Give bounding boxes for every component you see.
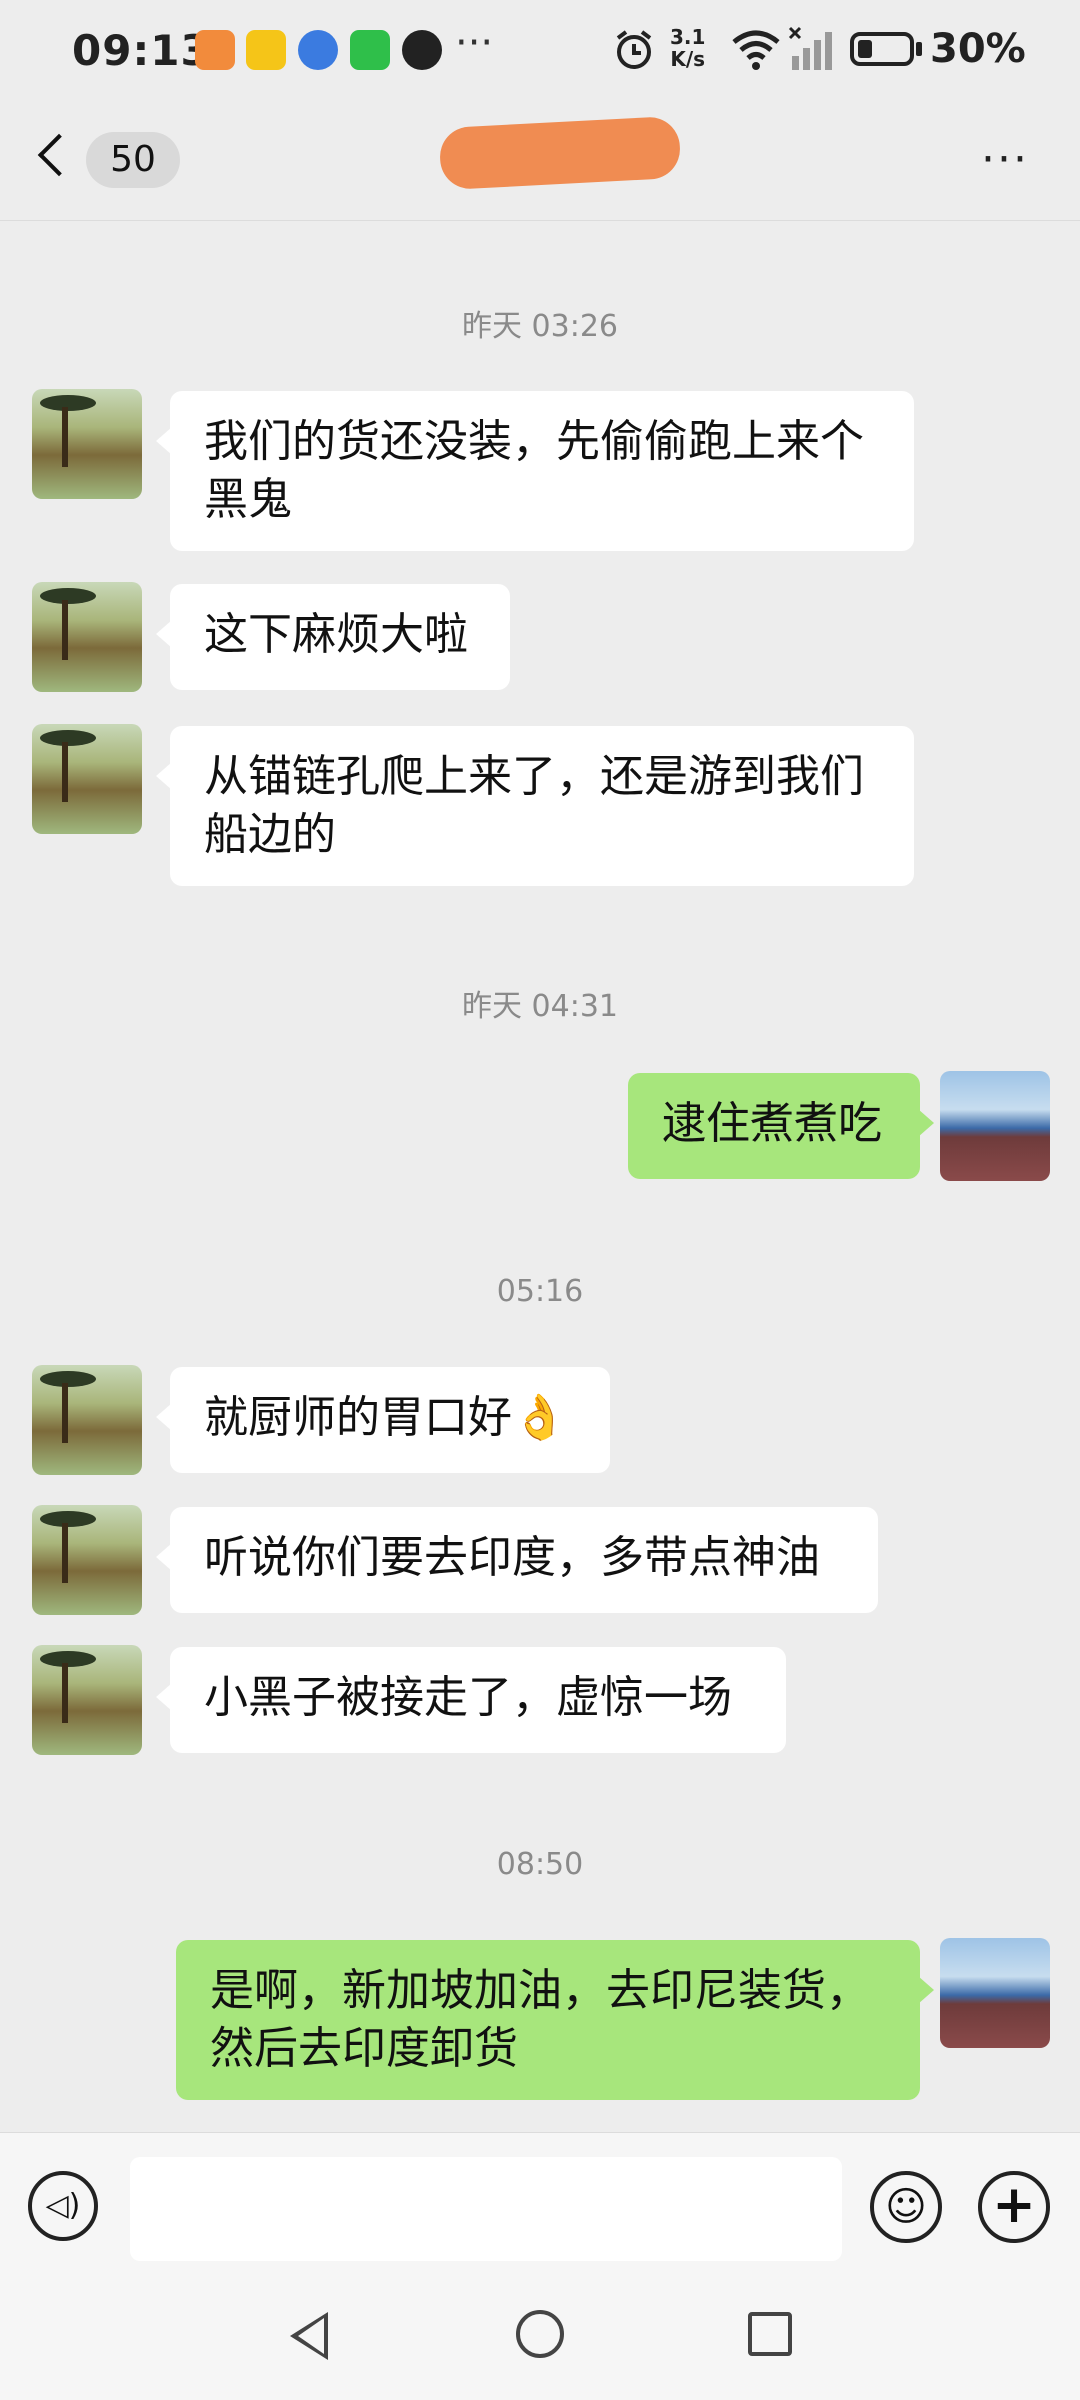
unread-count-badge: 50 — [86, 132, 180, 188]
nav-recents-button[interactable] — [748, 2312, 792, 2356]
more-functions-button[interactable]: + — [978, 2171, 1050, 2243]
input-bar: ◁) ☺ + — [0, 2132, 1080, 2283]
timestamp: 昨天 03:26 — [462, 309, 618, 344]
message-text: 我们的货还没装，先偷偷跑上来个 — [204, 416, 864, 467]
meituan-app-icon — [195, 30, 235, 70]
contact-avatar[interactable] — [32, 1505, 142, 1615]
message-text: 然后去印度卸货 — [210, 2023, 518, 2074]
battery-tip — [916, 42, 922, 56]
nav-back-button[interactable] — [290, 2312, 328, 2360]
status-bar: 09:13 ··· 3.1 K/s 30% — [0, 0, 1080, 100]
message-bubble[interactable]: 逮住煮煮吃 — [628, 1073, 934, 1179]
message-text: 黑鬼 — [204, 474, 292, 525]
message-text: 这下麻烦大啦 — [204, 609, 468, 660]
status-time: 09:13 — [72, 26, 211, 75]
signal-icon — [788, 26, 832, 70]
message-bubble[interactable]: 我们的货还没装，先偷偷跑上来个 黑鬼 — [156, 391, 914, 551]
message-text: 从锚链孔爬上来了，还是游到我们 — [204, 751, 864, 802]
voice-icon: ◁) — [45, 2188, 81, 2223]
battery-icon — [850, 32, 914, 66]
network-speed: 3.1 K/s — [670, 25, 706, 71]
message-bubble[interactable]: 从锚链孔爬上来了，还是游到我们 船边的 — [156, 726, 914, 886]
browser-app-icon — [298, 30, 338, 70]
iqiyi-app-icon — [350, 30, 390, 70]
wifi-icon — [732, 30, 780, 70]
timestamp: 昨天 04:31 — [462, 989, 618, 1024]
contact-name-redacted — [438, 115, 682, 191]
status-more-icon: ··· — [455, 20, 494, 66]
contact-avatar[interactable] — [32, 1645, 142, 1755]
message-text: 船边的 — [204, 809, 336, 860]
contact-avatar[interactable] — [32, 389, 142, 499]
message-text: 就厨师的胃口好👌 — [204, 1392, 567, 1443]
message-text: 是啊，新加坡加油，去印尼装货， — [210, 1965, 870, 2016]
message-bubble[interactable]: 听说你们要去印度，多带点神油 — [156, 1507, 878, 1613]
voice-button[interactable]: ◁) — [28, 2171, 98, 2241]
message-text: 听说你们要去印度，多带点神油 — [204, 1532, 820, 1583]
chat-header: 50 ··· — [0, 100, 1080, 221]
contact-avatar[interactable] — [32, 724, 142, 834]
timestamp: 08:50 — [496, 1847, 584, 1882]
emoji-icon: ☺ — [885, 2184, 927, 2230]
message-text: 逮住煮煮吃 — [662, 1098, 882, 1149]
timestamp: 05:16 — [496, 1274, 584, 1309]
message-input[interactable] — [130, 2157, 842, 2261]
message-bubble[interactable]: 就厨师的胃口好👌 — [156, 1367, 610, 1473]
my-avatar[interactable] — [940, 1071, 1050, 1181]
app-icon — [246, 30, 286, 70]
qq-app-icon — [402, 30, 442, 70]
message-list[interactable]: 昨天 03:26 我们的货还没装，先偷偷跑上来个 黑鬼这下麻烦大啦从锚链孔爬上来了，… — [0, 221, 1080, 2131]
contact-avatar[interactable] — [32, 1365, 142, 1475]
nav-home-button[interactable] — [516, 2310, 564, 2358]
contact-avatar[interactable] — [32, 582, 142, 692]
message-text: 小黑子被接走了，虚惊一场 — [204, 1672, 732, 1723]
message-bubble[interactable]: 这下麻烦大啦 — [156, 584, 510, 690]
plus-icon: + — [992, 2175, 1036, 2235]
message-bubble[interactable]: 是啊，新加坡加油，去印尼装货， 然后去印度卸货 — [176, 1940, 934, 2100]
system-nav-bar — [0, 2282, 1080, 2400]
chevron-left-icon — [37, 133, 81, 177]
emoji-button[interactable]: ☺ — [870, 2171, 942, 2243]
more-options-button[interactable]: ··· — [975, 130, 1035, 190]
my-avatar[interactable] — [940, 1938, 1050, 2048]
alarm-icon — [616, 30, 652, 69]
back-button[interactable]: 50 — [36, 128, 186, 192]
message-bubble[interactable]: 小黑子被接走了，虚惊一场 — [156, 1647, 786, 1753]
battery-percent: 30% — [930, 26, 1026, 72]
